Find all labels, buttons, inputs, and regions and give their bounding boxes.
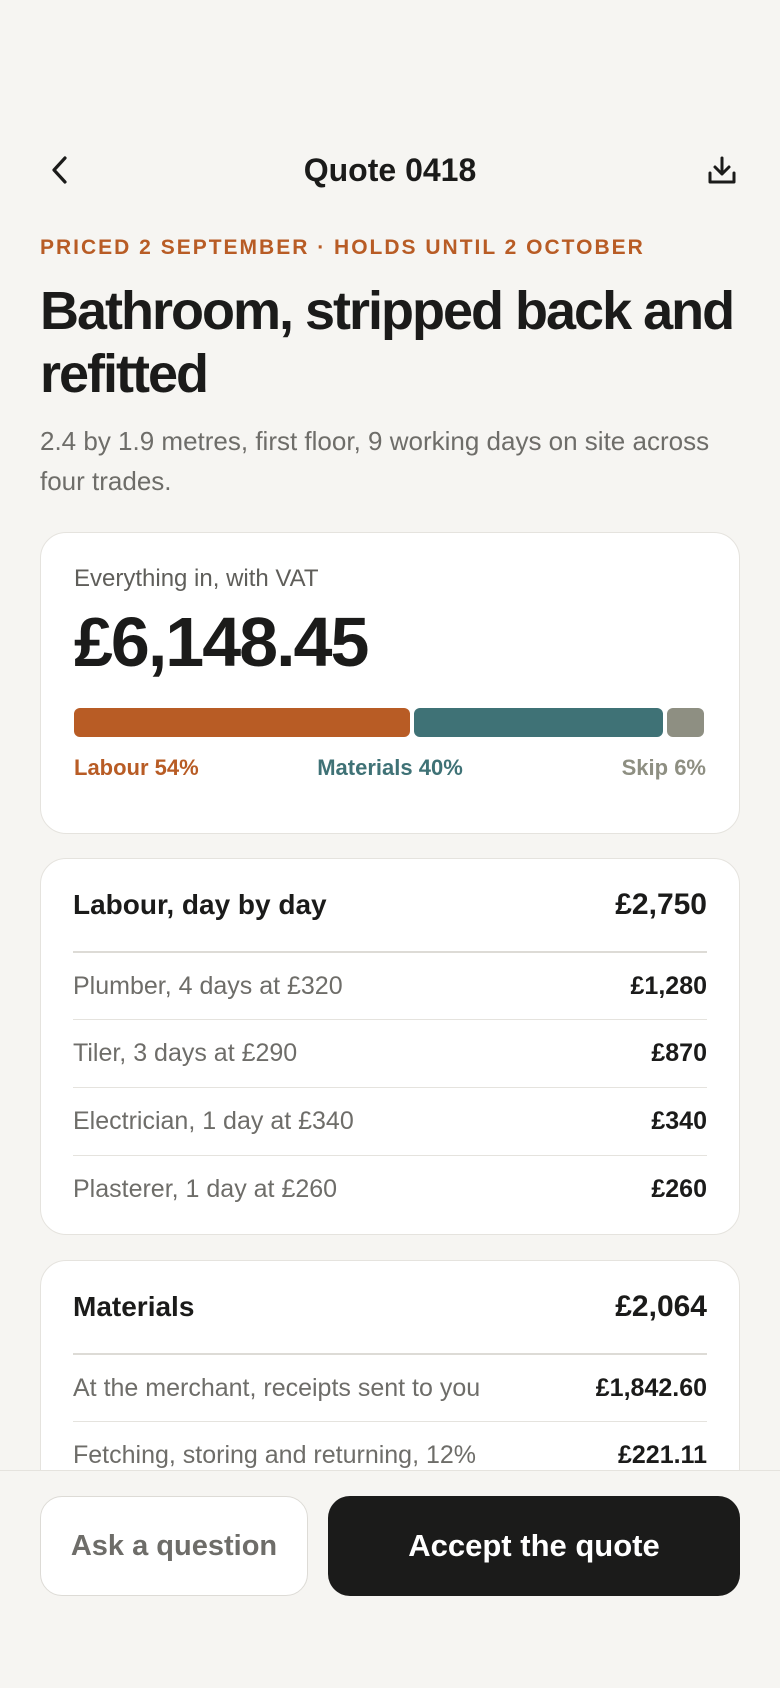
labour-line-item: Plumber, 4 days at £320 £1,280 [73, 951, 707, 1019]
page-title: Quote 0418 [303, 152, 477, 188]
line-item-label: Electrician, 1 day at £340 [73, 1107, 354, 1135]
line-item-label: Plasterer, 1 day at £260 [73, 1175, 338, 1203]
quote-headline: Bathroom, stripped back and refitted [40, 281, 735, 404]
labour-line-item: Tiler, 3 days at £290 £870 [73, 1019, 707, 1087]
labour-line-item: Electrician, 1 day at £340 £340 [73, 1087, 707, 1155]
materials-title: Materials [73, 1291, 195, 1322]
labour-title: Labour, day by day [73, 889, 327, 920]
total-card: Everything in, with VAT £6,148.45 Labour… [40, 532, 740, 834]
top-bar: Quote 0418 [0, 140, 780, 200]
ask-question-button[interactable]: Ask a question [40, 1496, 308, 1596]
quote-summary: 2.4 by 1.9 metres, first floor, 9 workin… [40, 426, 710, 496]
line-item-label: At the merchant, receipts sent to you [73, 1373, 481, 1402]
line-item-label: Fetching, storing and returning, 12% [73, 1441, 477, 1469]
line-item-amount: £1,842.60 [595, 1373, 707, 1402]
split-legend-item: Labour 54% [74, 755, 199, 780]
labour-breakdown: Labour, day by day £2,750 Plumber, 4 day… [41, 859, 739, 1223]
accept-quote-button[interactable]: Accept the quote [328, 1496, 740, 1596]
quote-scroll-area[interactable]: Quote 0418 PRICED 2 SEPTEMBER · HOLDS UN… [0, 0, 780, 1470]
line-item-amount: £870 [651, 1039, 707, 1067]
quote-validity: PRICED 2 SEPTEMBER · HOLDS UNTIL 2 OCTOB… [40, 236, 645, 259]
action-footer: Ask a question Accept the quote [0, 1470, 780, 1688]
line-item-amount: £260 [651, 1175, 707, 1203]
total-amount: £6,148.45 [74, 603, 369, 681]
line-item-label: Tiler, 3 days at £290 [73, 1039, 298, 1067]
materials-header: Materials £2,064 [73, 1261, 707, 1353]
materials-breakdown: Materials £2,064 At the merchant, receip… [41, 1261, 739, 1470]
split-segment [74, 708, 410, 737]
total-label: Everything in, with VAT [74, 565, 319, 592]
line-item-amount: £340 [651, 1107, 707, 1135]
line-item-amount: £221.11 [618, 1441, 707, 1469]
labour-header: Labour, day by day £2,750 [73, 859, 707, 951]
split-segment [414, 708, 663, 737]
labour-line-item: Plasterer, 1 day at £260 £260 [73, 1155, 707, 1223]
materials-line-item: At the merchant, receipts sent to you £1,… [73, 1353, 707, 1421]
split-segment [667, 708, 704, 737]
line-item-amount: £1,280 [630, 971, 707, 1000]
download-button[interactable] [702, 150, 742, 190]
materials-total: £2,064 [615, 1290, 707, 1323]
download-icon [708, 156, 736, 184]
materials-card: Materials £2,064 At the merchant, receip… [40, 1260, 740, 1470]
cost-split-bar [74, 708, 705, 737]
materials-line-item: Fetching, storing and returning, 12% £221… [73, 1421, 707, 1470]
labour-card: Labour, day by day £2,750 Plumber, 4 day… [40, 858, 740, 1235]
split-legend-item: Materials 40% [317, 755, 463, 780]
labour-total: £2,750 [615, 888, 707, 921]
split-legend-item: Skip 6% [621, 755, 706, 780]
line-item-label: Plumber, 4 days at £320 [73, 971, 343, 1000]
